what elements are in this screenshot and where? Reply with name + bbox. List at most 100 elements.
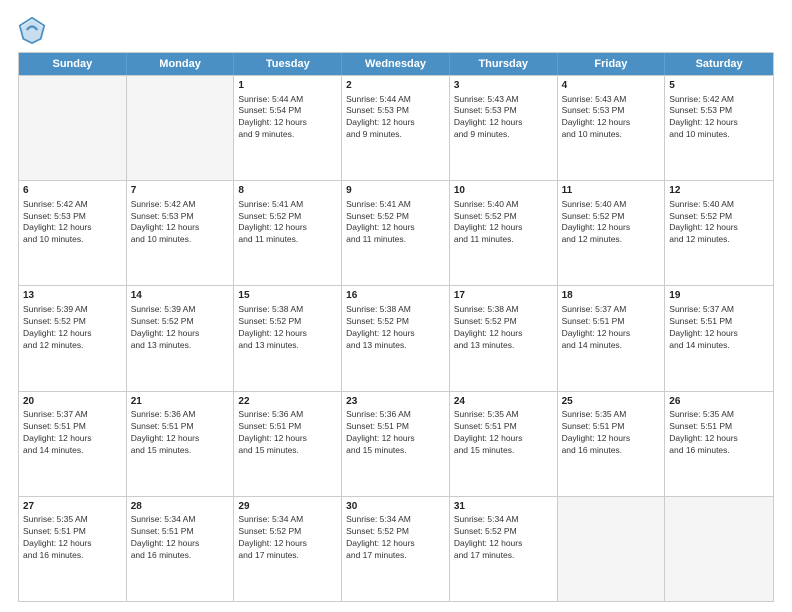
cal-cell-13: 13Sunrise: 5:39 AMSunset: 5:52 PMDayligh… [19,286,127,390]
day-number: 30 [346,500,445,514]
day-number: 25 [562,395,661,409]
day-number: 13 [23,289,122,303]
day-number: 18 [562,289,661,303]
day-number: 31 [454,500,553,514]
cal-cell-25: 25Sunrise: 5:35 AMSunset: 5:51 PMDayligh… [558,392,666,496]
cell-info: Sunrise: 5:37 AMSunset: 5:51 PMDaylight:… [562,304,661,352]
day-number: 21 [131,395,230,409]
cell-info: Sunrise: 5:43 AMSunset: 5:53 PMDaylight:… [454,94,553,142]
day-number: 23 [346,395,445,409]
cal-cell-31: 31Sunrise: 5:34 AMSunset: 5:52 PMDayligh… [450,497,558,601]
cell-info: Sunrise: 5:44 AMSunset: 5:53 PMDaylight:… [346,94,445,142]
cell-info: Sunrise: 5:40 AMSunset: 5:52 PMDaylight:… [562,199,661,247]
logo [18,16,50,44]
cal-cell-20: 20Sunrise: 5:37 AMSunset: 5:51 PMDayligh… [19,392,127,496]
cell-info: Sunrise: 5:39 AMSunset: 5:52 PMDaylight:… [23,304,122,352]
day-header-friday: Friday [558,53,666,75]
day-header-sunday: Sunday [19,53,127,75]
day-number: 16 [346,289,445,303]
day-number: 3 [454,79,553,93]
cal-cell-22: 22Sunrise: 5:36 AMSunset: 5:51 PMDayligh… [234,392,342,496]
cal-cell-empty [19,76,127,180]
cal-cell-empty [665,497,773,601]
day-header-monday: Monday [127,53,235,75]
cal-cell-11: 11Sunrise: 5:40 AMSunset: 5:52 PMDayligh… [558,181,666,285]
day-number: 9 [346,184,445,198]
cal-cell-5: 5Sunrise: 5:42 AMSunset: 5:53 PMDaylight… [665,76,773,180]
cell-info: Sunrise: 5:41 AMSunset: 5:52 PMDaylight:… [346,199,445,247]
cell-info: Sunrise: 5:42 AMSunset: 5:53 PMDaylight:… [131,199,230,247]
day-header-tuesday: Tuesday [234,53,342,75]
calendar-header: SundayMondayTuesdayWednesdayThursdayFrid… [19,53,773,75]
cal-cell-10: 10Sunrise: 5:40 AMSunset: 5:52 PMDayligh… [450,181,558,285]
cell-info: Sunrise: 5:34 AMSunset: 5:52 PMDaylight:… [454,514,553,562]
cell-info: Sunrise: 5:34 AMSunset: 5:52 PMDaylight:… [238,514,337,562]
day-number: 2 [346,79,445,93]
day-number: 6 [23,184,122,198]
cal-cell-4: 4Sunrise: 5:43 AMSunset: 5:53 PMDaylight… [558,76,666,180]
cal-cell-empty [558,497,666,601]
day-number: 10 [454,184,553,198]
cell-info: Sunrise: 5:36 AMSunset: 5:51 PMDaylight:… [131,409,230,457]
week-row-4: 20Sunrise: 5:37 AMSunset: 5:51 PMDayligh… [19,391,773,496]
day-header-saturday: Saturday [665,53,773,75]
logo-icon [18,16,46,44]
day-number: 17 [454,289,553,303]
cal-cell-27: 27Sunrise: 5:35 AMSunset: 5:51 PMDayligh… [19,497,127,601]
week-row-5: 27Sunrise: 5:35 AMSunset: 5:51 PMDayligh… [19,496,773,601]
cell-info: Sunrise: 5:40 AMSunset: 5:52 PMDaylight:… [669,199,769,247]
cell-info: Sunrise: 5:35 AMSunset: 5:51 PMDaylight:… [669,409,769,457]
cal-cell-29: 29Sunrise: 5:34 AMSunset: 5:52 PMDayligh… [234,497,342,601]
cal-cell-1: 1Sunrise: 5:44 AMSunset: 5:54 PMDaylight… [234,76,342,180]
cell-info: Sunrise: 5:36 AMSunset: 5:51 PMDaylight:… [238,409,337,457]
cell-info: Sunrise: 5:40 AMSunset: 5:52 PMDaylight:… [454,199,553,247]
cell-info: Sunrise: 5:37 AMSunset: 5:51 PMDaylight:… [669,304,769,352]
day-number: 27 [23,500,122,514]
cal-cell-8: 8Sunrise: 5:41 AMSunset: 5:52 PMDaylight… [234,181,342,285]
cal-cell-30: 30Sunrise: 5:34 AMSunset: 5:52 PMDayligh… [342,497,450,601]
cell-info: Sunrise: 5:39 AMSunset: 5:52 PMDaylight:… [131,304,230,352]
cell-info: Sunrise: 5:35 AMSunset: 5:51 PMDaylight:… [562,409,661,457]
cal-cell-9: 9Sunrise: 5:41 AMSunset: 5:52 PMDaylight… [342,181,450,285]
cell-info: Sunrise: 5:38 AMSunset: 5:52 PMDaylight:… [238,304,337,352]
day-number: 22 [238,395,337,409]
day-number: 26 [669,395,769,409]
calendar-body: 1Sunrise: 5:44 AMSunset: 5:54 PMDaylight… [19,75,773,601]
day-number: 15 [238,289,337,303]
day-number: 8 [238,184,337,198]
cal-cell-16: 16Sunrise: 5:38 AMSunset: 5:52 PMDayligh… [342,286,450,390]
day-number: 7 [131,184,230,198]
cal-cell-26: 26Sunrise: 5:35 AMSunset: 5:51 PMDayligh… [665,392,773,496]
day-number: 11 [562,184,661,198]
week-row-2: 6 Sunrise: 5:42 AMSunset: 5:53 PMDaylight… [19,180,773,285]
cal-cell-3: 3Sunrise: 5:43 AMSunset: 5:53 PMDaylight… [450,76,558,180]
cal-cell-17: 17Sunrise: 5:38 AMSunset: 5:52 PMDayligh… [450,286,558,390]
cell-info: Sunrise: 5:34 AMSunset: 5:51 PMDaylight:… [131,514,230,562]
cal-cell-14: 14Sunrise: 5:39 AMSunset: 5:52 PMDayligh… [127,286,235,390]
day-number: 20 [23,395,122,409]
cal-cell-21: 21Sunrise: 5:36 AMSunset: 5:51 PMDayligh… [127,392,235,496]
cal-cell-6: 6Sunrise: 5:42 AMSunset: 5:53 PMDaylight… [19,181,127,285]
cal-cell-15: 15Sunrise: 5:38 AMSunset: 5:52 PMDayligh… [234,286,342,390]
cal-cell-28: 28Sunrise: 5:34 AMSunset: 5:51 PMDayligh… [127,497,235,601]
day-number: 14 [131,289,230,303]
cal-cell-19: 19Sunrise: 5:37 AMSunset: 5:51 PMDayligh… [665,286,773,390]
day-header-thursday: Thursday [450,53,558,75]
day-number: 12 [669,184,769,198]
cell-info: Sunrise: 5:44 AMSunset: 5:54 PMDaylight:… [238,94,337,142]
cal-cell-23: 23Sunrise: 5:36 AMSunset: 5:51 PMDayligh… [342,392,450,496]
cal-cell-2: 2Sunrise: 5:44 AMSunset: 5:53 PMDaylight… [342,76,450,180]
cell-info: Sunrise: 5:38 AMSunset: 5:52 PMDaylight:… [346,304,445,352]
cell-info: Sunrise: 5:36 AMSunset: 5:51 PMDaylight:… [346,409,445,457]
cell-info: Sunrise: 5:37 AMSunset: 5:51 PMDaylight:… [23,409,122,457]
day-number: 4 [562,79,661,93]
day-number: 29 [238,500,337,514]
week-row-1: 1Sunrise: 5:44 AMSunset: 5:54 PMDaylight… [19,75,773,180]
cell-info: Sunrise: 5:41 AMSunset: 5:52 PMDaylight:… [238,199,337,247]
page: SundayMondayTuesdayWednesdayThursdayFrid… [0,0,792,612]
day-number: 28 [131,500,230,514]
cal-cell-empty [127,76,235,180]
cell-info: Sunrise: 5:43 AMSunset: 5:53 PMDaylight:… [562,94,661,142]
cell-info: Sunrise: 5:34 AMSunset: 5:52 PMDaylight:… [346,514,445,562]
day-number: 1 [238,79,337,93]
